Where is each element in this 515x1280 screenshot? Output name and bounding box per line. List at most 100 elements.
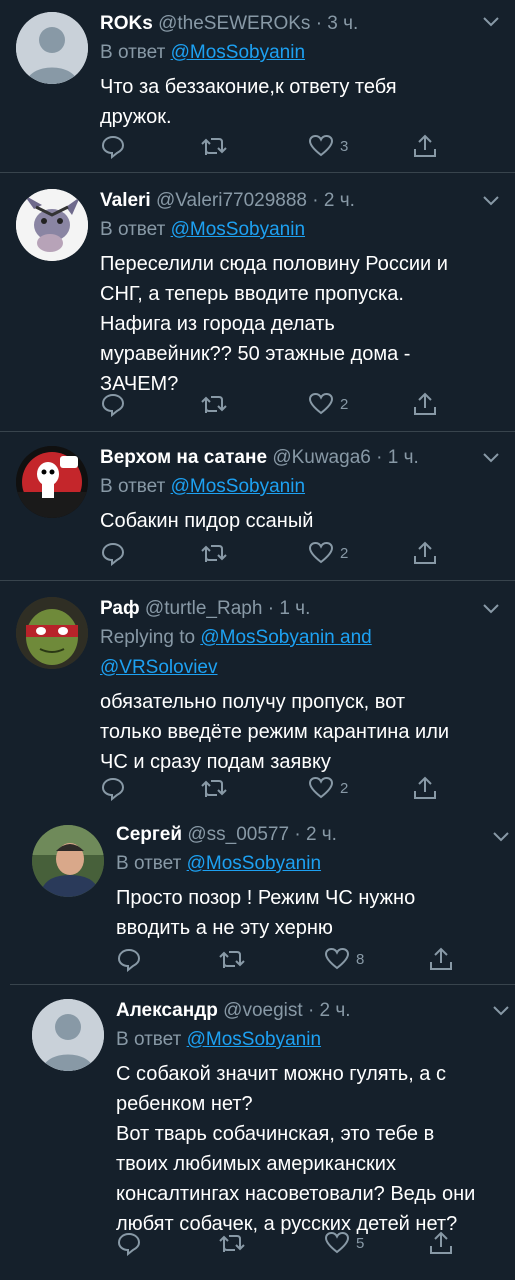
share-button[interactable] (412, 391, 438, 417)
reply-button[interactable] (100, 775, 126, 801)
tweet[interactable]: Раф @turtle_Raph · 1 ч. Replying to @Mos… (0, 581, 515, 813)
like-count: 8 (356, 950, 365, 968)
user-handle[interactable]: @ss_00577 (187, 824, 289, 845)
like-count: 5 (356, 1234, 365, 1252)
chevron-down-icon[interactable] (480, 446, 502, 468)
reply-icon (117, 1232, 141, 1256)
separator-dot: · (307, 1000, 315, 1021)
reply-button[interactable] (116, 1230, 142, 1256)
chevron-down-icon[interactable] (480, 597, 502, 619)
avatar[interactable] (16, 446, 88, 518)
tweet-header: Александр @voegist · 2 ч. (116, 997, 501, 1025)
tweet[interactable]: Александр @voegist · 2 ч. В ответ @MosSo… (0, 985, 515, 1280)
share-button[interactable] (412, 775, 438, 801)
reply-context: Replying to @MosSobyanin and @VRSoloviev (100, 623, 501, 683)
reply-prefix: В ответ (100, 219, 171, 240)
avatar[interactable] (16, 189, 88, 261)
reply-prefix: В ответ (100, 476, 171, 497)
retweet-button[interactable] (218, 946, 246, 972)
share-button[interactable] (428, 946, 454, 972)
reply-icon (101, 542, 125, 566)
mention-link[interactable]: @MosSobyanin (171, 476, 305, 497)
like-button[interactable]: 3 (308, 133, 348, 159)
tweet[interactable]: Верхом на сатане @Kuwaga6 · 1 ч. В ответ… (0, 432, 515, 580)
retweet-button[interactable] (200, 540, 228, 566)
chevron-down-icon[interactable] (480, 189, 502, 211)
user-handle[interactable]: @theSEWEROKs (158, 13, 310, 34)
heart-icon (308, 541, 334, 564)
tweet[interactable]: Valeri @Valeri77029888 · 2 ч. В ответ @M… (0, 173, 515, 431)
reply-context: В ответ @MosSobyanin (116, 1025, 501, 1055)
mention-link[interactable]: @VRSoloviev (100, 657, 218, 678)
chevron-down-icon[interactable] (490, 825, 512, 847)
share-icon (430, 947, 452, 970)
retweet-icon (219, 951, 245, 968)
timestamp[interactable]: 3 ч. (327, 13, 358, 34)
retweet-button[interactable] (200, 391, 228, 417)
separator-dot: · (294, 824, 301, 845)
tweet-text: обязательно получу пропуск, вот только в… (100, 691, 450, 773)
like-button[interactable]: 5 (324, 1230, 364, 1256)
display-name[interactable]: Александр (116, 1000, 218, 1021)
tweet-header: ROKs @theSEWEROKs · 3 ч. (100, 10, 501, 38)
default-avatar-icon (32, 999, 104, 1071)
timestamp[interactable]: 2 ч. (324, 190, 355, 211)
reply-feed: ROKs @theSEWEROKs · 3 ч. В ответ @MosSob… (0, 0, 515, 1280)
retweet-button[interactable] (200, 133, 228, 159)
photo-avatar-icon (32, 825, 104, 897)
reply-button[interactable] (100, 540, 126, 566)
reply-button[interactable] (100, 133, 126, 159)
separator-dot: · (267, 598, 275, 619)
user-handle[interactable]: @voegist (223, 1000, 303, 1021)
heart-icon (308, 134, 334, 157)
display-name[interactable]: Valeri (100, 190, 151, 211)
display-name[interactable]: Верхом на сатане (100, 447, 267, 468)
retweet-button[interactable] (218, 1230, 246, 1256)
user-handle[interactable]: @Kuwaga6 (272, 447, 371, 468)
avatar[interactable] (32, 999, 104, 1071)
chevron-down-icon[interactable] (480, 10, 502, 32)
like-count: 3 (340, 137, 349, 155)
reply-icon (101, 777, 125, 801)
like-button[interactable]: 8 (324, 946, 364, 972)
timestamp[interactable]: 2 ч. (306, 824, 337, 845)
mention-link[interactable]: @MosSobyanin (187, 1029, 321, 1050)
share-icon (414, 541, 436, 564)
display-name[interactable]: Сергей (116, 824, 182, 845)
reply-prefix: В ответ (116, 853, 187, 874)
display-name[interactable]: Раф (100, 598, 140, 619)
timestamp[interactable]: 1 ч. (279, 598, 310, 619)
share-button[interactable] (412, 133, 438, 159)
separator-dot: · (376, 447, 383, 468)
donkey-avatar-icon (16, 189, 88, 261)
retweet-icon (201, 396, 227, 413)
tweet[interactable]: Сергей @ss_00577 · 2 ч. В ответ @MosSoby… (0, 813, 515, 983)
timestamp[interactable]: 1 ч. (388, 447, 419, 468)
share-button[interactable] (412, 540, 438, 566)
mention-link[interactable]: @MosSobyanin (171, 42, 305, 63)
like-button[interactable]: 2 (308, 391, 348, 417)
user-handle[interactable]: @turtle_Raph (145, 598, 263, 619)
tweet-text: Собакин пидор ссаный (100, 510, 314, 532)
avatar[interactable] (16, 597, 88, 669)
reply-icon (117, 948, 141, 972)
tweet[interactable]: ROKs @theSEWEROKs · 3 ч. В ответ @MosSob… (0, 0, 515, 172)
retweet-button[interactable] (200, 775, 228, 801)
timestamp[interactable]: 2 ч. (320, 1000, 351, 1021)
mention-link[interactable]: @MosSobyanin and (200, 627, 371, 648)
mention-link[interactable]: @MosSobyanin (187, 853, 321, 874)
user-handle[interactable]: @Valeri77029888 (156, 190, 307, 211)
chevron-down-icon[interactable] (490, 999, 512, 1021)
like-button[interactable]: 2 (308, 775, 348, 801)
display-name[interactable]: ROKs (100, 13, 153, 34)
reply-button[interactable] (116, 946, 142, 972)
like-button[interactable]: 2 (308, 540, 348, 566)
retweet-icon (219, 1235, 245, 1252)
like-count: 2 (340, 395, 349, 413)
avatar[interactable] (32, 825, 104, 897)
share-button[interactable] (428, 1230, 454, 1256)
tweet-header: Раф @turtle_Raph · 1 ч. (100, 595, 501, 623)
mention-link[interactable]: @MosSobyanin (171, 219, 305, 240)
avatar[interactable] (16, 12, 88, 84)
reply-button[interactable] (100, 391, 126, 417)
